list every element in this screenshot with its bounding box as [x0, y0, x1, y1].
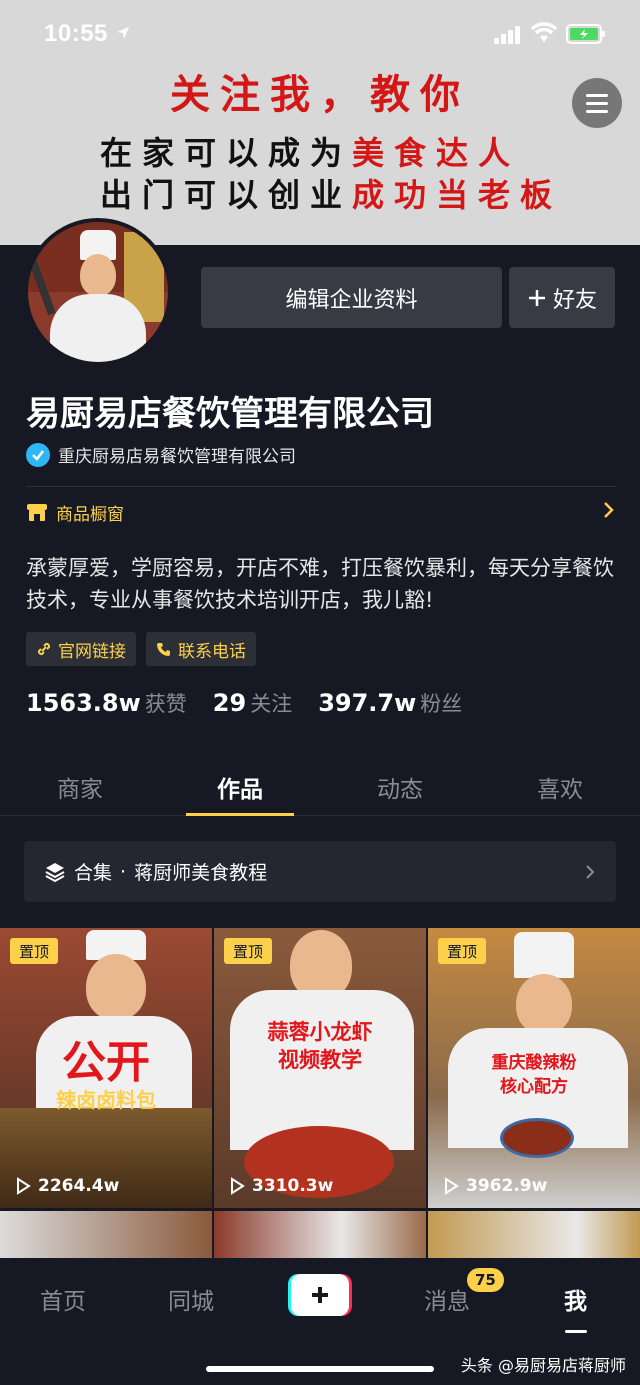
- following-label[interactable]: 关注: [250, 688, 292, 718]
- tab-activity[interactable]: 动态: [320, 756, 480, 815]
- website-link-tag[interactable]: 官网链接: [26, 632, 136, 666]
- status-bar: 10:55: [0, 0, 640, 70]
- link-icon: [37, 642, 51, 656]
- collection-title: 蒋厨师美食教程: [134, 862, 268, 884]
- status-time: 10:55: [44, 20, 108, 47]
- video-thumb[interactable]: 重庆酸辣粉 核心配方 置顶 3962.9w: [428, 928, 640, 1208]
- pinned-badge: 置顶: [10, 938, 59, 964]
- edit-profile-button[interactable]: 编辑企业资料: [201, 267, 502, 328]
- play-icon: [231, 1177, 245, 1195]
- video-thumb[interactable]: [214, 1211, 426, 1259]
- nav-active-indicator: [565, 1330, 587, 1333]
- banner-line-1: 关注我，教你: [170, 71, 470, 118]
- shop-icon: [27, 504, 47, 521]
- home-indicator[interactable]: [206, 1366, 434, 1372]
- nav-home[interactable]: 首页: [40, 1282, 86, 1316]
- video-thumb[interactable]: [428, 1211, 640, 1259]
- video-caption-2: 视频教学: [278, 1047, 362, 1072]
- phone-label: 联系电话: [178, 641, 246, 662]
- messages-badge: 75: [467, 1268, 504, 1292]
- avatar-photo: [28, 222, 168, 362]
- play-icon: [445, 1177, 459, 1195]
- add-friend-button[interactable]: 好友: [509, 267, 615, 328]
- profile-bio: 承蒙厚爱，学厨容易，开店不难，打压餐饮暴利，每天分享餐饮技术，专业从事餐饮技术培…: [26, 556, 614, 612]
- plus-icon: [528, 289, 545, 306]
- video-grid: 公开 辣卤卤料包 置顶 2264.4w 蒜蓉小龙虾 视频教学 置顶 3310.3…: [0, 928, 640, 1258]
- phone-icon: [157, 643, 170, 656]
- bottom-nav: 首页 同城 消息 75 我 头条 @易厨易店蒋厨师: [0, 1258, 640, 1385]
- chevron-right-icon: [604, 502, 614, 518]
- video-thumb[interactable]: 蒜蓉小龙虾 视频教学 置顶 3310.3w: [214, 928, 426, 1208]
- video-caption-2: 辣卤卤料包: [56, 1088, 156, 1112]
- watermark: 头条 @易厨易店蒋厨师: [460, 1356, 626, 1375]
- view-count: 3310.3w: [228, 1176, 333, 1196]
- collection-row[interactable]: 合集 · 蒋厨师美食教程: [24, 841, 616, 902]
- profile-name: 易厨易店餐饮管理有限公司: [26, 394, 434, 434]
- nav-messages[interactable]: 消息: [424, 1282, 470, 1316]
- add-friend-label: 好友: [552, 287, 597, 313]
- wifi-icon: [530, 22, 558, 42]
- video-caption-1: 蒜蓉小龙虾: [267, 1019, 373, 1044]
- following-count[interactable]: 29: [213, 689, 246, 717]
- pinned-badge: 置顶: [438, 938, 487, 964]
- verified-org-name: 重庆厨易店易餐饮管理有限公司: [58, 447, 296, 467]
- collection-prefix: 合集: [74, 862, 113, 884]
- view-count: 3962.9w: [442, 1176, 547, 1196]
- signal-icon: [494, 26, 520, 44]
- avatar[interactable]: [24, 218, 172, 366]
- location-arrow-icon: [117, 27, 129, 39]
- phone-tag[interactable]: 联系电话: [146, 632, 256, 666]
- banner-line-3: 出门可以创业成功当老板: [100, 176, 563, 214]
- battery-charging-icon: [566, 24, 605, 44]
- nav-nearby[interactable]: 同城: [168, 1282, 214, 1316]
- play-icon: [17, 1177, 31, 1195]
- pinned-badge: 置顶: [224, 938, 273, 964]
- create-plus-button[interactable]: [288, 1274, 352, 1316]
- chevron-right-icon: [586, 865, 595, 879]
- followers-count[interactable]: 397.7w: [318, 689, 416, 717]
- video-thumb[interactable]: 公开 辣卤卤料包 置顶 2264.4w: [0, 928, 212, 1208]
- menu-button[interactable]: [572, 78, 622, 128]
- profile-stats: 1563.8w 获赞 29 关注 397.7w 粉丝: [26, 688, 488, 718]
- shop-window-row[interactable]: 商品橱窗: [26, 498, 616, 526]
- video-thumb[interactable]: [0, 1211, 212, 1259]
- divider: [26, 486, 616, 487]
- video-caption-2: 核心配方: [500, 1077, 568, 1097]
- likes-label: 获赞: [144, 692, 187, 716]
- tab-works[interactable]: 作品: [160, 756, 320, 816]
- likes-count: 1563.8w: [26, 689, 141, 717]
- banner-line-2: 在家可以成为美食达人: [100, 134, 521, 172]
- layers-icon: [45, 862, 65, 882]
- verified-check-icon: [26, 442, 50, 467]
- followers-label[interactable]: 粉丝: [420, 688, 462, 718]
- view-count: 2264.4w: [14, 1176, 119, 1196]
- tab-likes[interactable]: 喜欢: [480, 756, 640, 815]
- tab-merchant[interactable]: 商家: [0, 756, 160, 815]
- website-link-label: 官网链接: [58, 641, 126, 662]
- video-caption-1: 重庆酸辣粉: [491, 1053, 577, 1073]
- verified-org-row[interactable]: 重庆厨易店易餐饮管理有限公司: [26, 442, 296, 467]
- profile-tabs: 商家 作品 动态 喜欢: [0, 756, 640, 816]
- shop-window-label: 商品橱窗: [56, 504, 124, 525]
- nav-me[interactable]: 我: [564, 1282, 587, 1316]
- collection-dot: ·: [120, 860, 127, 883]
- video-caption-1: 公开: [62, 1037, 150, 1088]
